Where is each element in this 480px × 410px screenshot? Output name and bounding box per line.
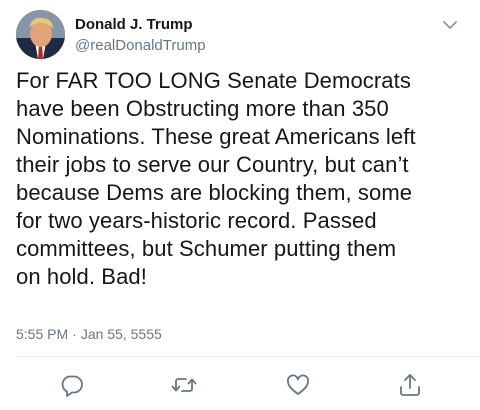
retweet-icon bbox=[171, 378, 197, 392]
tweet-text-line: committees, but Schumer putting them bbox=[16, 236, 397, 261]
tweet-text-line: their jobs to serve our Country, but can… bbox=[16, 152, 409, 177]
meta-separator: · bbox=[72, 326, 77, 342]
tweet-text-line: Nominations. These great Americans left bbox=[16, 124, 416, 149]
chevron-down-icon[interactable] bbox=[442, 18, 458, 30]
tweet-text-line: have been Obstructing more than 350 bbox=[16, 96, 389, 121]
tweet-text: For FAR TOO LONG Senate Democrats have b… bbox=[16, 67, 466, 291]
avatar[interactable] bbox=[16, 10, 65, 59]
action-bar bbox=[0, 372, 480, 398]
like-button[interactable] bbox=[285, 372, 311, 398]
divider bbox=[16, 356, 480, 357]
share-button[interactable] bbox=[397, 372, 423, 398]
tweet-text-line: because Dems are blocking them, some bbox=[16, 180, 413, 205]
share-icon bbox=[400, 374, 420, 396]
tweet-time: 5:55 PM bbox=[16, 326, 69, 342]
reply-icon bbox=[61, 375, 83, 397]
retweet-button[interactable] bbox=[171, 372, 197, 398]
heart-icon bbox=[287, 374, 309, 395]
tweet-text-line: For FAR TOO LONG Senate Democrats bbox=[16, 68, 411, 93]
reply-button[interactable] bbox=[59, 372, 85, 398]
tweet-header: Donald J. Trump @realDonaldTrump bbox=[16, 10, 466, 66]
display-name[interactable]: Donald J. Trump bbox=[75, 15, 206, 34]
author-names: Donald J. Trump @realDonaldTrump bbox=[75, 15, 206, 56]
handle[interactable]: @realDonaldTrump bbox=[75, 36, 206, 56]
tweet-date: Jan 55, 5555 bbox=[80, 326, 162, 342]
tweet-text-line: on hold. Bad! bbox=[16, 264, 147, 289]
tweet-timestamp[interactable]: 5:55 PM · Jan 55, 5555 bbox=[16, 325, 162, 343]
tweet-text-line: for two years-historic record. Passed bbox=[16, 208, 377, 233]
